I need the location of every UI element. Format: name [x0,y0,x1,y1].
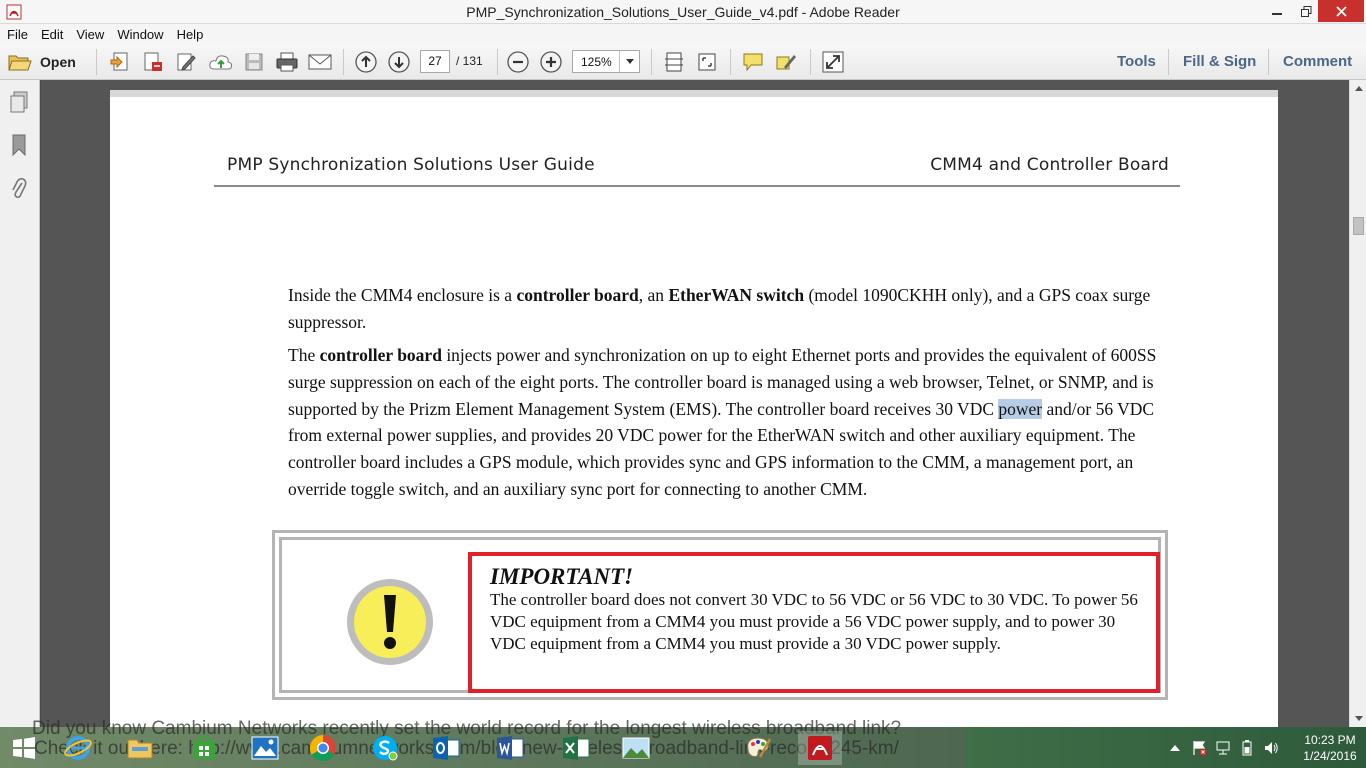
bold-run: controller board [516,285,639,305]
bold-run: EtherWAN switch [668,285,805,305]
important-callout: IMPORTANT! The controller board does not… [272,530,1168,700]
save-icon[interactable] [243,51,265,73]
page-total: / 131 [456,54,483,68]
title-bar: PMP_Synchronization_Solutions_User_Guide… [0,0,1366,24]
page-thumbnails-icon[interactable] [8,90,30,114]
exclamation-warning-icon [347,579,433,665]
clock-date: 1/24/2016 [1303,749,1357,763]
action-center-flag-icon[interactable] [1190,738,1208,758]
internet-explorer-icon[interactable] [56,731,100,765]
close-button[interactable] [1318,0,1364,22]
toolbar-separator [1268,49,1269,75]
edit-pdf-icon[interactable] [174,51,198,73]
chevron-down-icon[interactable] [619,51,639,72]
paragraph-1: Inside the CMM4 enclosure is a controlle… [288,282,1168,336]
windows-store-icon[interactable] [182,731,226,765]
page-header-right: CMM4 and Controller Board [930,155,1169,175]
important-red-box: IMPORTANT! The controller board does not… [468,552,1160,693]
previous-page-edge [110,90,1278,97]
fill-sign-pane-link[interactable]: Fill & Sign [1183,53,1256,70]
window-title: PMP_Synchronization_Solutions_User_Guide… [466,4,900,20]
create-pdf-icon[interactable] [108,51,132,73]
open-label: Open [40,54,76,70]
taskbar-clock[interactable]: 10:23 PM 1/24/2016 [1297,732,1363,764]
toolbar-separator [497,49,498,75]
page-header-left: PMP Synchronization Solutions User Guide [227,155,595,175]
toolbar-separator [810,49,811,75]
fit-page-width-icon[interactable] [662,51,686,73]
next-page-icon[interactable] [387,51,411,73]
file-explorer-icon[interactable] [118,731,162,765]
zoom-select[interactable]: 125% [572,50,640,73]
zoom-out-icon[interactable] [506,51,530,73]
toolbar-separator [343,49,344,75]
adobe-reader-taskbar-icon[interactable] [798,731,842,765]
vertical-scrollbar[interactable] [1349,80,1366,727]
email-icon[interactable] [307,51,333,73]
tools-pane-link[interactable]: Tools [1117,53,1156,70]
text-run: The [288,345,320,365]
skype-icon[interactable] [363,731,407,765]
export-pdf-icon[interactable] [141,51,165,73]
photos-app-icon[interactable] [243,731,287,765]
chrome-icon[interactable] [301,731,345,765]
menu-edit[interactable]: Edit [41,27,63,42]
word-icon[interactable] [488,731,532,765]
sticky-note-icon[interactable] [741,51,765,73]
important-callout-frame: IMPORTANT! The controller board does not… [279,537,1161,693]
paint-icon[interactable] [736,731,780,765]
toolbar-separator [96,49,97,75]
paragraph-2: The controller board injects power and s… [288,342,1168,503]
excel-icon[interactable] [554,731,598,765]
scroll-up-arrow-icon[interactable] [1350,80,1366,97]
zoom-in-icon[interactable] [539,51,563,73]
fit-one-page-icon[interactable] [695,51,719,73]
search-highlight: power [998,398,1043,419]
volume-icon[interactable] [1262,738,1280,758]
outlook-icon[interactable] [424,731,468,765]
navigation-pane [0,80,40,727]
attachments-paperclip-icon[interactable] [8,176,30,200]
bookmarks-icon[interactable] [8,133,30,157]
menu-window[interactable]: Window [117,27,163,42]
highlight-text-icon[interactable] [774,51,798,73]
toolbar-separator [730,49,731,75]
show-hidden-icons-icon[interactable] [1168,738,1182,758]
important-text: The controller board does not convert 30… [490,590,1138,653]
comment-pane-link[interactable]: Comment [1283,53,1352,70]
restore-button[interactable] [1291,0,1321,22]
menu-file[interactable]: File [7,27,28,42]
battery-icon[interactable] [1238,738,1256,758]
page-number-input[interactable]: 27 [420,50,450,73]
zoom-value: 125% [581,55,612,69]
text-run: , an [638,285,669,305]
open-button[interactable]: Open [8,51,80,73]
clock-time: 10:23 PM [1304,733,1356,747]
document-viewer[interactable]: PMP Synchronization Solutions User Guide… [41,80,1349,727]
full-screen-icon[interactable] [821,51,845,73]
toolbar-separator [651,49,652,75]
menu-view[interactable]: View [76,27,104,42]
toolbar-separator [1168,49,1169,75]
minimize-button[interactable] [1262,0,1292,22]
photo-viewer-icon[interactable] [614,731,658,765]
important-title: IMPORTANT! [490,564,634,589]
network-icon[interactable] [1214,738,1232,758]
scroll-down-arrow-icon[interactable] [1350,710,1366,727]
text-run: Inside the CMM4 enclosure is a [288,285,517,305]
pdf-page: PMP Synchronization Solutions User Guide… [110,97,1278,727]
bold-run: controller board [319,345,442,365]
print-icon[interactable] [274,51,300,73]
scrollbar-thumb[interactable] [1353,217,1364,235]
start-windows-icon[interactable] [2,731,46,765]
upload-cloud-icon[interactable] [207,51,235,73]
header-rule [214,185,1180,187]
menu-bar: File Edit View Window Help [0,24,1366,44]
menu-help[interactable]: Help [177,27,204,42]
previous-page-icon[interactable] [354,51,378,73]
